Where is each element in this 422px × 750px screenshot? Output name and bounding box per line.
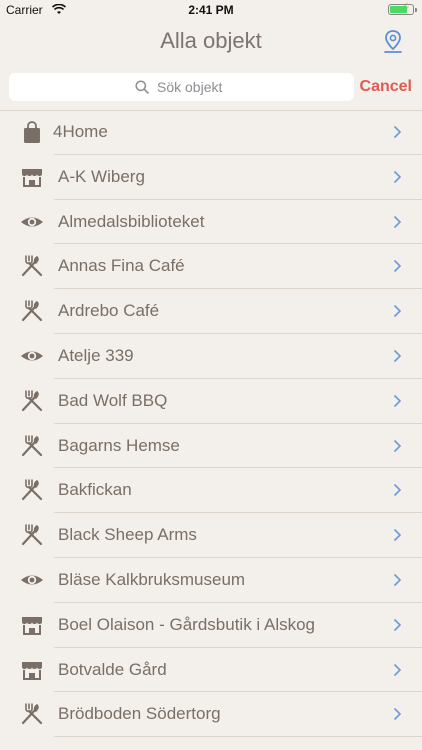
chevron-right-icon (393, 618, 402, 632)
shop-icon (20, 165, 44, 189)
list-item-label: Atelje 339 (58, 345, 134, 365)
restaurant-icon (20, 389, 44, 413)
chevron-right-icon (393, 528, 402, 542)
restaurant-icon (20, 254, 44, 278)
restaurant-icon (20, 299, 44, 323)
chevron-right-icon (393, 439, 402, 453)
nav-bar: Alla objekt (0, 20, 422, 64)
list-item[interactable]: Brödboden Södertorg (0, 692, 422, 738)
list-item[interactable]: Bad Wolf BBQ (0, 379, 422, 424)
restaurant-icon (20, 523, 44, 547)
eye-icon (20, 210, 44, 234)
list-item-label: Bagarns Hemse (58, 435, 180, 455)
eye-icon (20, 344, 44, 368)
list-item[interactable]: Almedalsbiblioteket (0, 200, 422, 245)
list-item-label: Boel Olaison - Gårdsbutik i Alskog (58, 614, 316, 634)
list-item-label: Bläse Kalkbruksmuseum (58, 569, 246, 589)
list-item[interactable]: Bakfickan (0, 468, 422, 514)
object-list: 4Home A-K Wiberg Almedalsbiblioteket Annas … (0, 110, 422, 738)
restaurant-icon (20, 478, 44, 502)
list-item-label: Bakfickan (58, 480, 132, 500)
chevron-right-icon (393, 170, 402, 184)
list-item[interactable]: Bläse Kalkbruksmuseum (0, 558, 422, 603)
list-item[interactable]: Atelje 339 (0, 334, 422, 379)
chevron-right-icon (393, 573, 402, 587)
eye-icon (20, 568, 44, 592)
chevron-right-icon (393, 304, 402, 318)
search-placeholder: Sök objekt (157, 79, 223, 95)
list-item-label: Ardrebo Café (58, 301, 160, 321)
search-icon (135, 80, 149, 94)
list-item-label: Bad Wolf BBQ (58, 390, 168, 410)
list-item[interactable]: Botvalde Gård (0, 648, 422, 693)
cancel-button[interactable]: Cancel (360, 78, 412, 96)
list-item-label: 4Home (53, 122, 108, 141)
list-item[interactable]: A-K Wiberg (0, 155, 422, 200)
chevron-right-icon (393, 663, 402, 677)
status-time: 2:41 PM (188, 3, 234, 17)
list-item[interactable]: 4Home (0, 110, 422, 155)
chevron-right-icon (393, 125, 402, 139)
list-item[interactable]: Black Sheep Arms (0, 513, 422, 558)
list-item-label: Almedalsbiblioteket (58, 211, 205, 231)
restaurant-icon (20, 434, 44, 458)
chevron-right-icon (393, 349, 402, 363)
list-item[interactable]: Ardrebo Café (0, 289, 422, 334)
search-input[interactable]: Sök objekt (9, 73, 354, 101)
shopping-bag-icon (20, 120, 44, 144)
battery-icon (388, 4, 417, 15)
shop-icon (20, 658, 44, 682)
list-item-label: Annas Fina Café (58, 256, 185, 276)
search-bar: Sök objekt Cancel (0, 64, 422, 111)
list-item[interactable]: Annas Fina Café (0, 244, 422, 290)
list-item-label: A-K Wiberg (58, 166, 145, 186)
list-item-label: Brödboden Södertorg (58, 704, 221, 724)
chevron-right-icon (393, 707, 402, 721)
chevron-right-icon (393, 394, 402, 408)
page-title: Alla objekt (160, 28, 262, 53)
map-pin-button[interactable] (382, 29, 404, 55)
list-item[interactable]: Boel Olaison - Gårdsbutik i Alskog (0, 603, 422, 648)
chevron-right-icon (393, 215, 402, 229)
shop-icon (20, 613, 44, 637)
chevron-right-icon (393, 483, 402, 497)
list-item-label: Botvalde Gård (58, 659, 167, 679)
restaurant-icon (20, 702, 44, 726)
list-item-label: Black Sheep Arms (58, 525, 197, 545)
row-divider (54, 736, 422, 738)
chevron-right-icon (393, 259, 402, 273)
list-item[interactable]: Bagarns Hemse (0, 424, 422, 469)
status-bar: Carrier 2:41 PM ⚡ (0, 0, 422, 20)
